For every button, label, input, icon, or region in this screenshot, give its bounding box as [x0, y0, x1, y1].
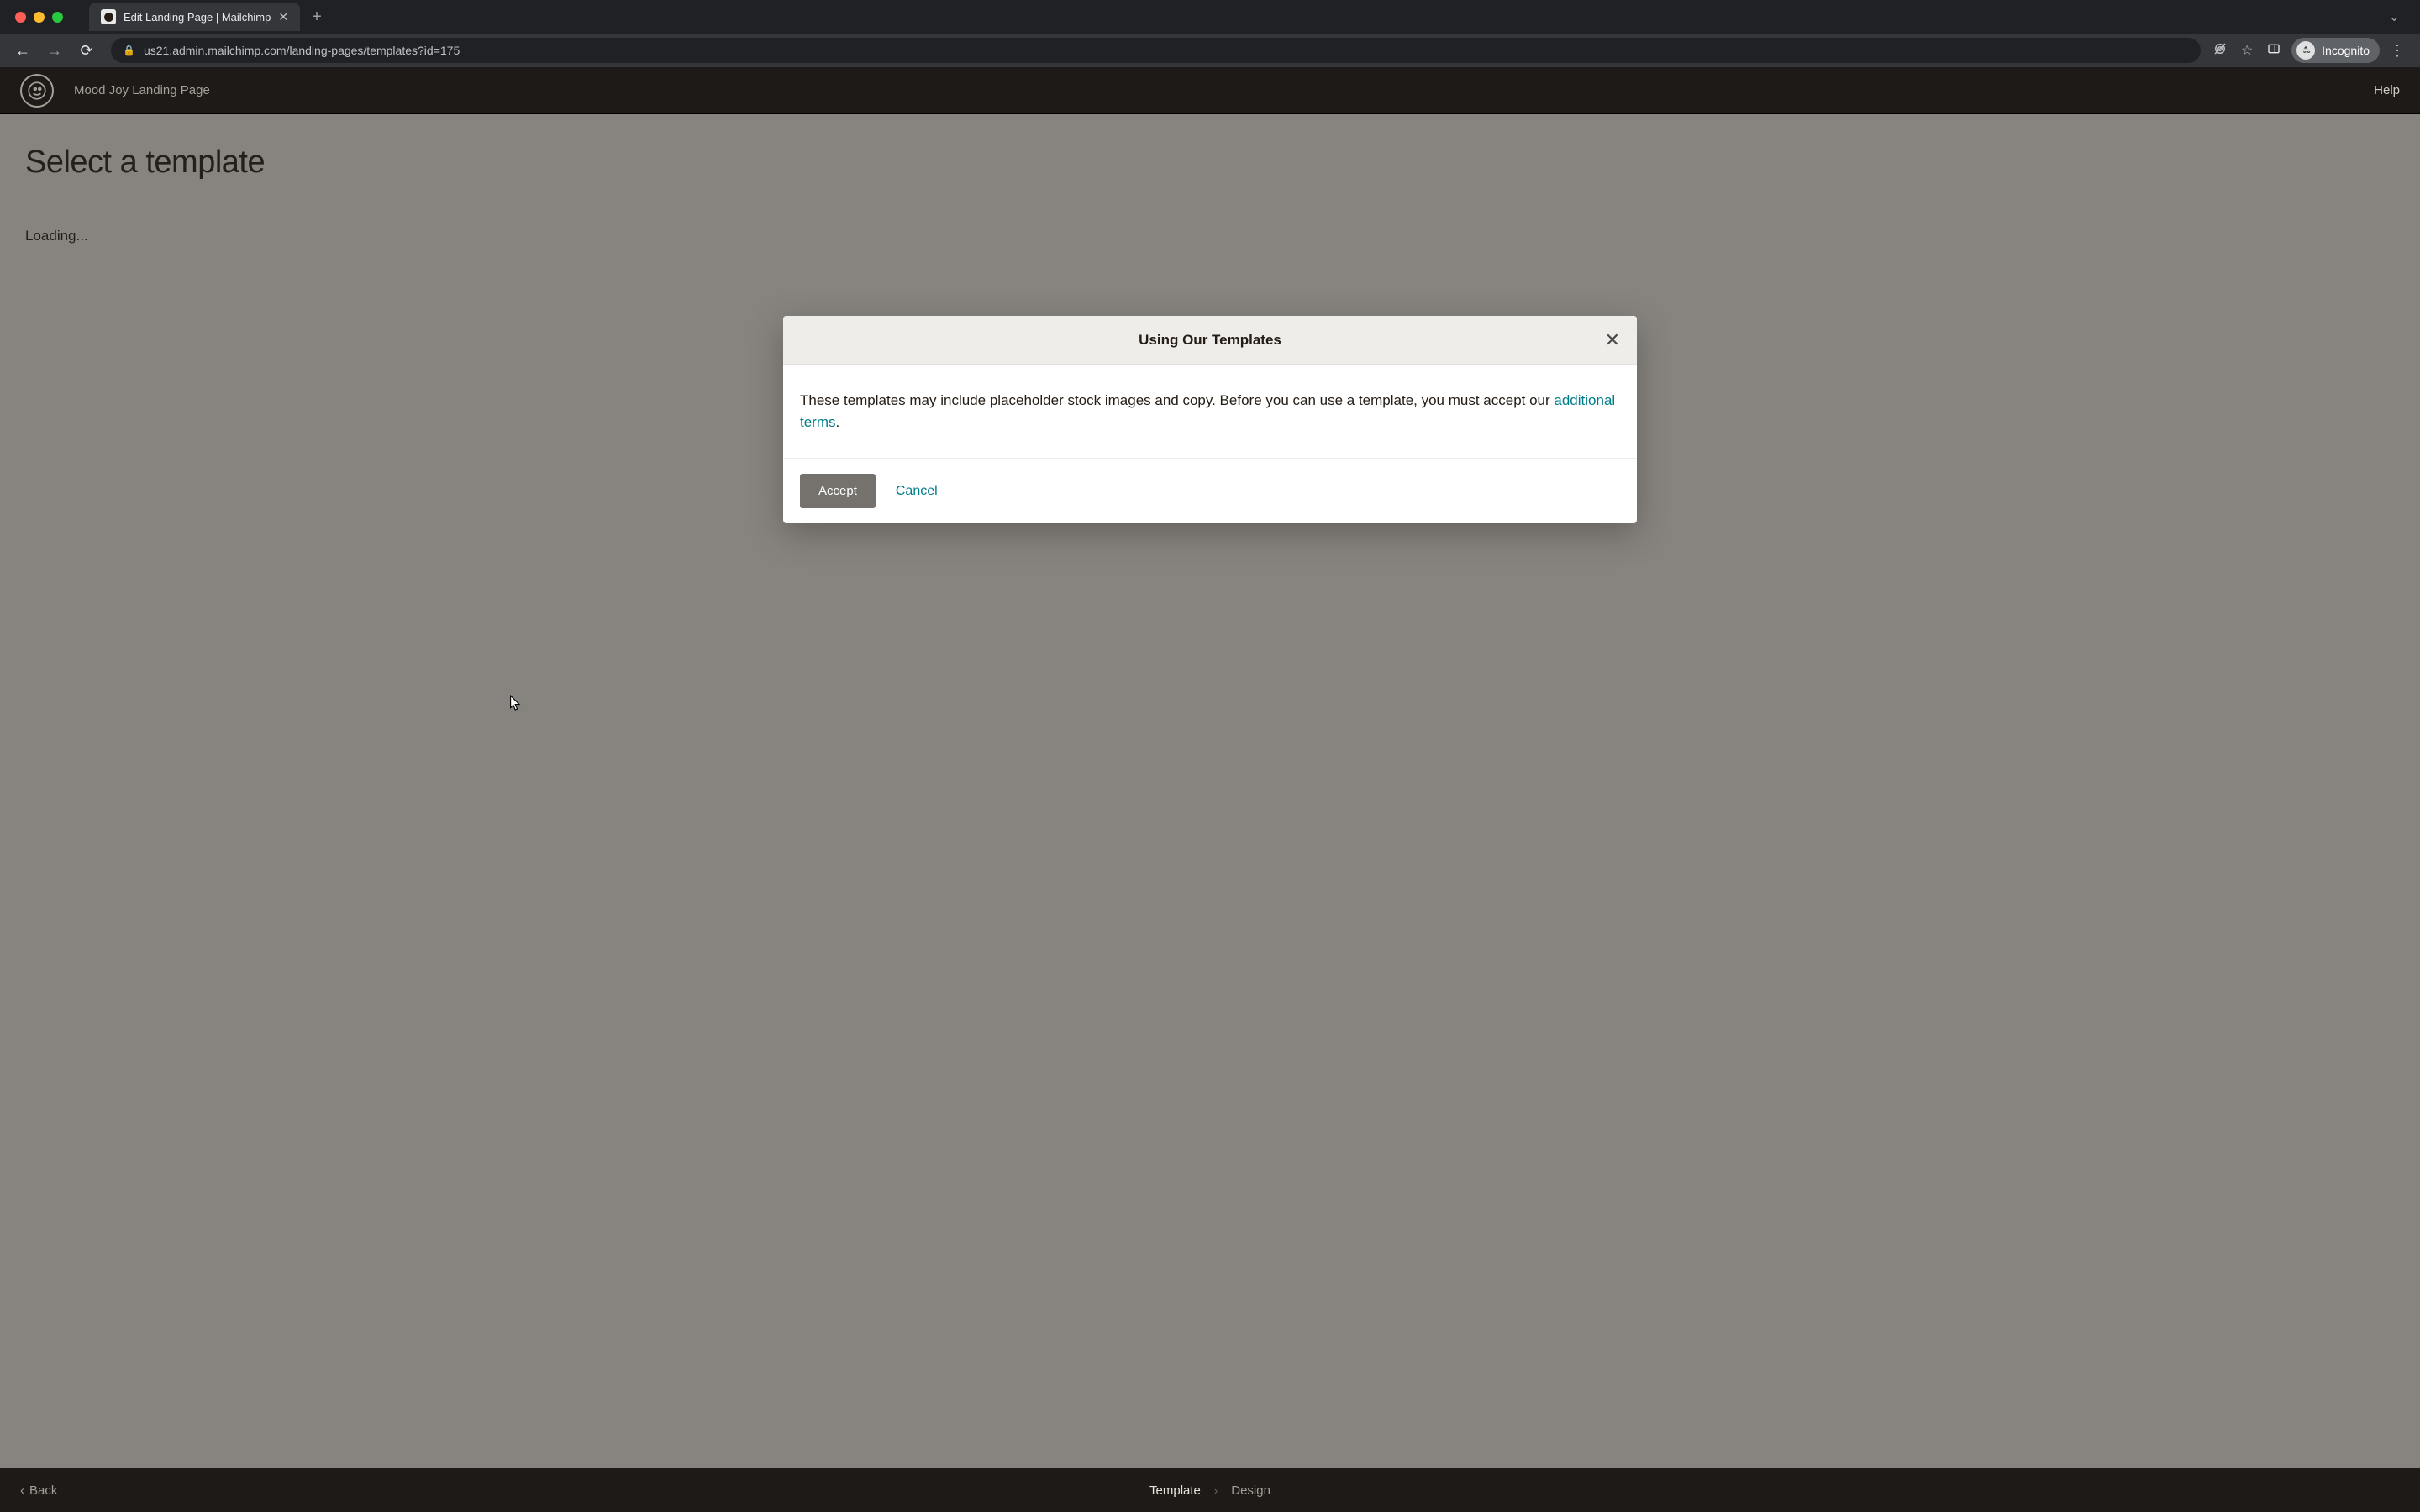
browser-menu-kebab-icon[interactable]: ⋮ [2388, 42, 2407, 60]
incognito-label: Incognito [2322, 44, 2370, 57]
page-name: Mood Joy Landing Page [74, 83, 210, 97]
footer-back-link[interactable]: ‹ Back [20, 1483, 57, 1498]
mailchimp-logo-icon[interactable] [20, 74, 54, 108]
lock-icon: 🔒 [123, 45, 135, 56]
os-titlebar: Edit Landing Page | Mailchimp ✕ + ⌄ [0, 0, 2420, 34]
url-text: us21.admin.mailchimp.com/landing-pages/t… [144, 44, 460, 57]
nav-back-icon[interactable]: ← [8, 36, 37, 65]
modal-header: Using Our Templates ✕ [783, 316, 1637, 365]
window-zoom-dot[interactable] [52, 12, 63, 23]
new-tab-button[interactable]: + [312, 8, 322, 27]
nav-forward-icon: → [40, 36, 69, 65]
nav-reload-icon[interactable]: ⟳ [72, 36, 101, 65]
tab-strip: Edit Landing Page | Mailchimp ✕ + ⌄ [89, 0, 2420, 34]
loading-text: Loading... [25, 228, 2395, 244]
browser-tab[interactable]: Edit Landing Page | Mailchimp ✕ [89, 3, 300, 31]
mailchimp-favicon-icon [101, 9, 116, 24]
terms-modal: Using Our Templates ✕ These templates ma… [783, 316, 1637, 523]
accept-button[interactable]: Accept [800, 474, 876, 508]
browser-address-bar: ← → ⟳ 🔒 us21.admin.mailchimp.com/landing… [0, 34, 2420, 67]
url-bar[interactable]: 🔒 us21.admin.mailchimp.com/landing-pages… [111, 38, 2201, 63]
incognito-avatar-icon [2296, 41, 2315, 60]
modal-close-icon[interactable]: ✕ [1605, 329, 1620, 351]
tab-title: Edit Landing Page | Mailchimp [124, 11, 271, 24]
step-design[interactable]: Design [1231, 1483, 1270, 1498]
modal-title: Using Our Templates [1139, 332, 1281, 349]
modal-body-text-prefix: These templates may include placeholder … [800, 392, 1554, 408]
panel-icon[interactable] [2265, 42, 2283, 60]
step-template[interactable]: Template [1150, 1483, 1201, 1498]
app-body: Select a template Loading... Using Our T… [0, 114, 2420, 1468]
cursor-icon [509, 694, 523, 712]
tab-close-icon[interactable]: ✕ [278, 10, 288, 24]
window-close-dot[interactable] [15, 12, 26, 23]
footer-steps: Template › Design [1150, 1483, 1270, 1498]
incognito-chip[interactable]: Incognito [2291, 38, 2380, 63]
modal-body: These templates may include placeholder … [783, 365, 1637, 459]
mailchimp-header: Mood Joy Landing Page Help [0, 67, 2420, 114]
help-link[interactable]: Help [2374, 83, 2400, 97]
footer-back-label: Back [29, 1483, 57, 1498]
window-minimize-dot[interactable] [34, 12, 45, 23]
chevron-right-icon: › [1214, 1484, 1218, 1497]
page-title: Select a template [25, 144, 2395, 181]
mailchimp-footer: ‹ Back Template › Design [0, 1468, 2420, 1512]
chevron-left-icon: ‹ [20, 1483, 24, 1498]
modal-actions: Accept Cancel [783, 459, 1637, 523]
modal-body-text-suffix: . [836, 414, 840, 430]
tracking-blocked-icon[interactable] [2211, 41, 2229, 60]
tabs-overflow-icon[interactable]: ⌄ [2389, 8, 2420, 25]
cancel-link[interactable]: Cancel [896, 484, 938, 499]
bookmark-star-icon[interactable]: ☆ [2238, 42, 2256, 59]
